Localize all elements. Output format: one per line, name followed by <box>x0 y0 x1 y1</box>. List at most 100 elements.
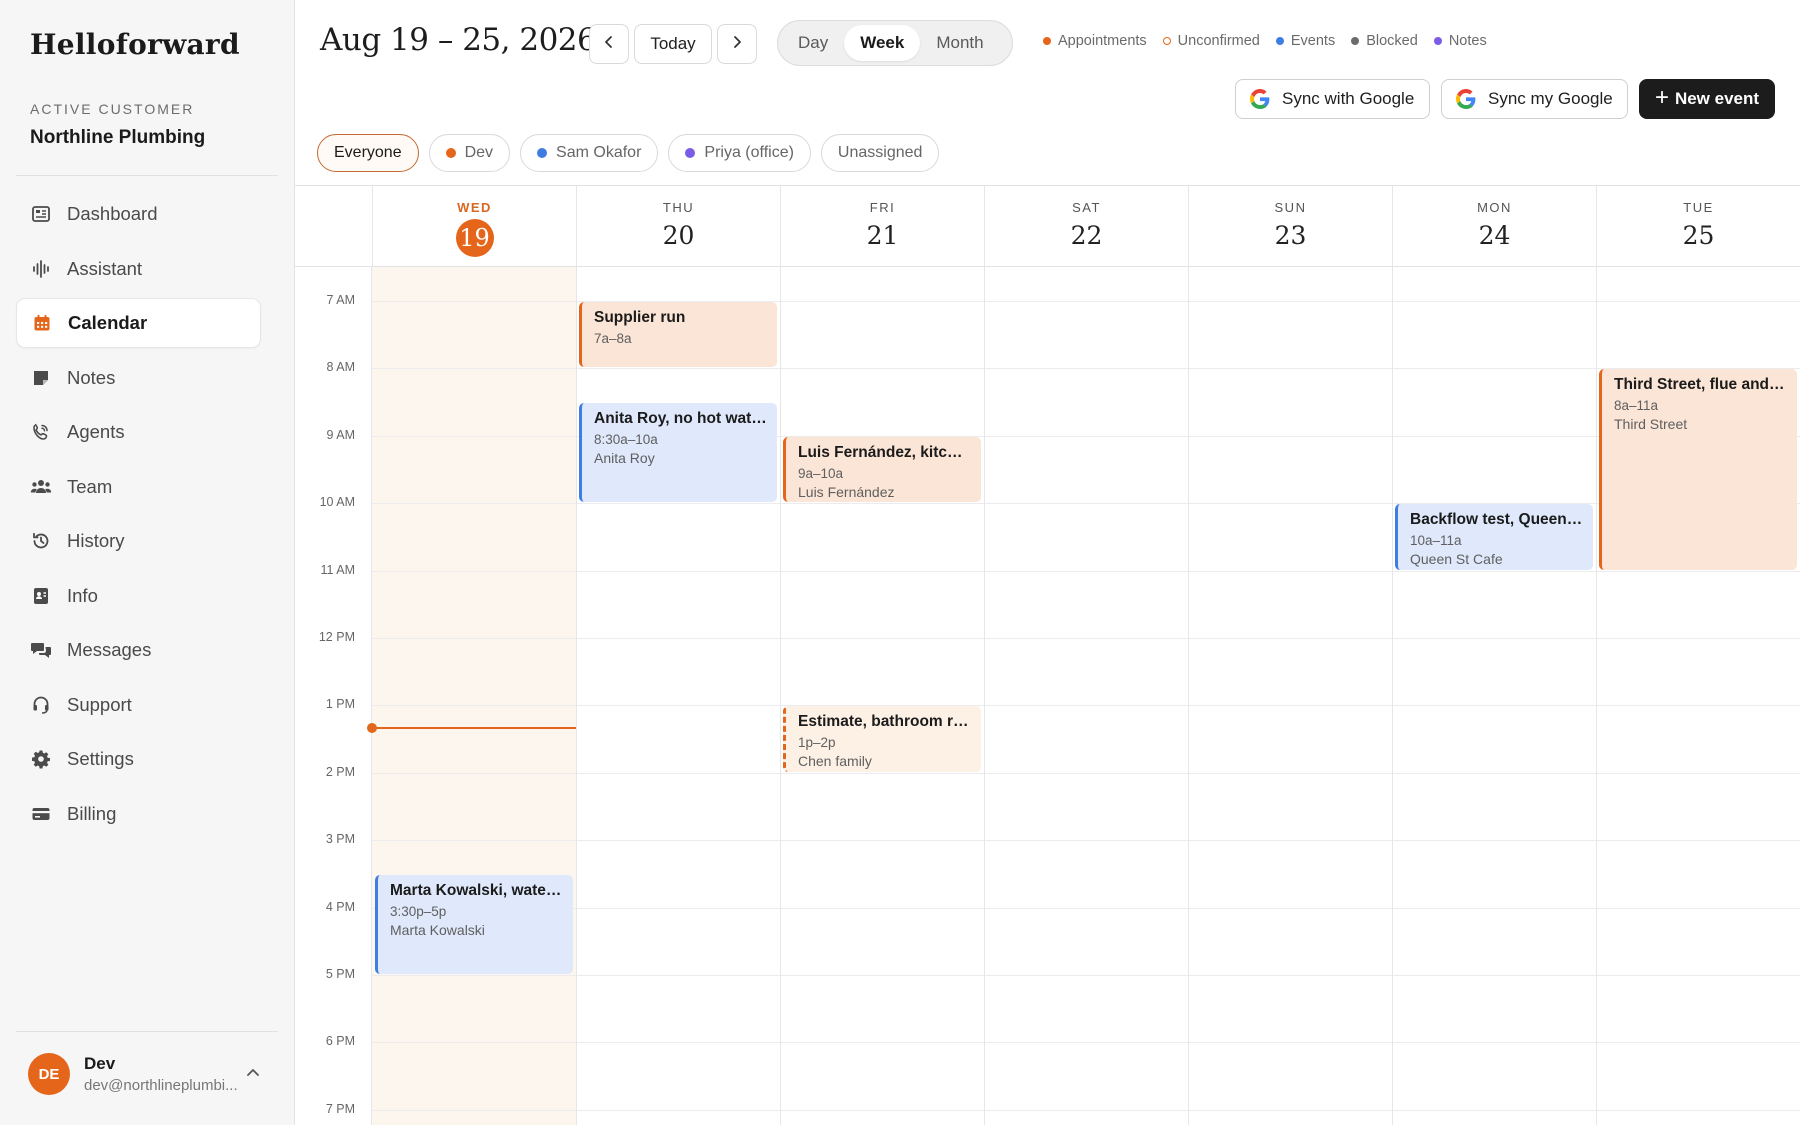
filter-chip-priya-office[interactable]: Priya (office) <box>668 134 811 172</box>
sidebar-item-agents[interactable]: Agents <box>16 407 261 457</box>
avatar: DE <box>28 1053 70 1095</box>
hour-gridline <box>372 772 1800 774</box>
brand-logo[interactable]: Helloforward <box>30 28 240 61</box>
sidebar-item-team[interactable]: Team <box>16 462 261 512</box>
day-header-sat[interactable]: SAT 22 <box>984 186 1188 266</box>
hour-gridline <box>372 368 1800 370</box>
hour-label: 1 PM <box>325 697 355 712</box>
legend-label: Unconfirmed <box>1177 33 1260 49</box>
hour-label: 7 PM <box>325 1101 355 1116</box>
sidebar-item-support[interactable]: Support <box>16 680 261 730</box>
hour-label: 11 AM <box>320 562 355 577</box>
filter-chip-sam-okafor[interactable]: Sam Okafor <box>520 134 659 172</box>
sync-my-google-button[interactable]: Sync my Google <box>1441 79 1628 119</box>
hour-gridline <box>372 705 1800 707</box>
sidebar-item-billing[interactable]: Billing <box>16 789 261 839</box>
calendar-event[interactable]: Backflow test, Queen … 10a–11a Queen St Ca… <box>1395 504 1593 570</box>
user-menu[interactable]: DE Dev dev@northlineplumbi... <box>28 1053 273 1095</box>
messages-icon <box>30 639 52 661</box>
day-number: 24 <box>1478 221 1511 250</box>
hour-label: 10 AM <box>319 495 355 510</box>
legend-blocked: Blocked <box>1351 33 1418 49</box>
sidebar-item-messages[interactable]: Messages <box>16 625 261 675</box>
day-of-week: TUE <box>1683 200 1714 215</box>
view-tab-week[interactable]: Week <box>844 25 921 61</box>
new-event-button[interactable]: + New event <box>1639 79 1775 119</box>
event-title: Luis Fernández, kitch… <box>798 443 971 461</box>
headset-icon <box>30 694 52 716</box>
person-color-dot-icon <box>537 148 548 158</box>
chevron-up-icon[interactable] <box>245 1065 261 1086</box>
sidebar-item-label: Messages <box>67 639 152 660</box>
event-time: 1p–2p <box>798 735 836 751</box>
legend-label: Blocked <box>1366 33 1418 49</box>
sidebar-item-info[interactable]: Info <box>16 571 261 621</box>
next-week-button[interactable] <box>717 24 757 64</box>
calendar-event[interactable]: Anita Roy, no hot wat… 8:30a–10a Anita Roy <box>579 403 777 503</box>
sidebar-item-assistant[interactable]: Assistant <box>16 244 261 294</box>
sync-with-google-button[interactable]: Sync with Google <box>1235 79 1430 119</box>
hour-label: 7 AM <box>326 293 356 307</box>
sidebar-item-settings[interactable]: Settings <box>16 734 261 784</box>
calendar-event[interactable]: Third Street, flue and … 8a–11a Third Stre… <box>1599 369 1797 570</box>
view-tab-day[interactable]: Day <box>782 25 844 61</box>
day-header-sun[interactable]: SUN 23 <box>1188 186 1392 266</box>
event-title: Estimate, bathroom r… <box>798 713 969 731</box>
day-header-thu[interactable]: THU 20 <box>576 186 780 266</box>
calendar-event[interactable]: Estimate, bathroom r… 1p–2p Chen family <box>783 706 981 772</box>
filter-chip-everyone[interactable]: Everyone <box>317 134 419 172</box>
sidebar-item-calendar[interactable]: Calendar <box>16 298 261 348</box>
day-header-tue[interactable]: TUE 25 <box>1596 186 1800 266</box>
chevron-right-icon <box>730 34 744 54</box>
event-title: Backflow test, Queen … <box>1410 511 1583 529</box>
google-icon <box>1456 89 1476 109</box>
legend-appointments: Appointments <box>1043 33 1147 49</box>
sidebar-item-label: Notes <box>67 366 116 388</box>
active-customer-name[interactable]: Northline Plumbing <box>30 127 205 149</box>
current-time-line <box>372 726 576 729</box>
legend-notes: Notes <box>1433 33 1487 49</box>
waveform-icon <box>30 258 52 280</box>
day-header-fri[interactable]: FRI 21 <box>780 186 984 266</box>
event-time: 7a–8a <box>594 331 632 346</box>
event-title: Supplier run <box>594 309 686 326</box>
hour-label: 5 PM <box>325 967 355 981</box>
sidebar-item-dashboard[interactable]: Dashboard <box>16 189 261 239</box>
sidebar-item-label: Billing <box>67 802 117 824</box>
sidebar-item-label: Support <box>67 693 132 715</box>
day-column-divider <box>371 267 372 1125</box>
day-header-wed[interactable]: WED 19 <box>372 186 576 266</box>
today-button[interactable]: Today <box>634 24 712 64</box>
active-customer-label: ACTIVE CUSTOMER <box>30 101 195 117</box>
sidebar-item-label: Dashboard <box>67 203 158 224</box>
sync-my-google-label: Sync my Google <box>1488 89 1613 108</box>
today-date-badge: 19 <box>455 219 494 257</box>
sidebar-item-label: Assistant <box>67 257 143 279</box>
today-column-highlight <box>372 267 576 1125</box>
time-grid[interactable]: 7 AM 8 AM 9 AM 10 AM 11 AM 12 PM 1 PM 2 PM 3 PM 4… <box>295 267 1800 1125</box>
calendar-event[interactable]: Supplier run 7a–8a <box>579 302 777 368</box>
day-column-divider <box>1596 267 1597 1125</box>
event-person: Queen St Cafe <box>1410 551 1503 568</box>
sidebar-item-history[interactable]: History <box>16 516 261 566</box>
view-tab-month[interactable]: Month <box>920 25 999 61</box>
hour-gridline <box>372 975 1800 976</box>
day-header-mon[interactable]: MON 24 <box>1392 186 1596 266</box>
calendar-event[interactable]: Luis Fernández, kitch… 9a–10a Luis Fernánd… <box>783 436 981 503</box>
hour-gridline <box>372 1109 1800 1111</box>
filter-chip-dev[interactable]: Dev <box>428 134 511 172</box>
day-of-week: WED <box>457 200 492 215</box>
hour-label: 8 AM <box>326 360 356 375</box>
filter-chip-unassigned[interactable]: Unassigned <box>820 134 940 172</box>
calendar-event[interactable]: Marta Kowalski, wate… 3:30p–5p Marta Kowal… <box>375 874 573 974</box>
event-time: 8a–11a <box>1614 398 1659 414</box>
day-of-week: MON <box>1477 200 1512 215</box>
hour-label: 2 PM <box>325 764 355 779</box>
sidebar-item-notes[interactable]: Notes <box>16 353 261 403</box>
team-icon <box>30 476 52 498</box>
prev-week-button[interactable] <box>589 24 629 64</box>
day-of-week: FRI <box>869 200 896 215</box>
person-color-dot-icon <box>685 148 696 158</box>
event-time: 3:30p–5p <box>390 903 447 919</box>
legend-unconfirmed: Unconfirmed <box>1162 33 1260 49</box>
